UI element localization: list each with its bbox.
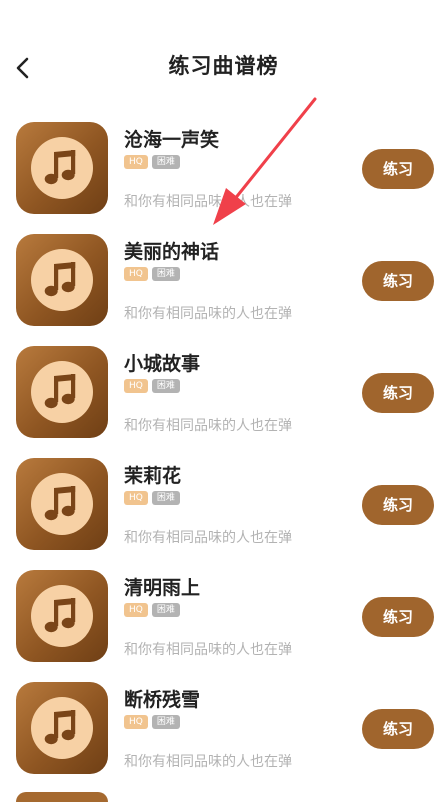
music-disc — [31, 137, 93, 199]
song-title: 茉莉花 — [124, 465, 182, 487]
song-title: 沧海一声笑 — [124, 129, 220, 151]
song-tags: HQ 困难 — [124, 715, 184, 729]
difficulty-badge: 困难 — [151, 603, 180, 617]
music-note-icon — [44, 710, 76, 745]
music-disc — [31, 249, 93, 311]
song-cover[interactable] — [16, 234, 108, 326]
song-subtitle: 和你有相同品味的人也在弹 — [124, 642, 292, 658]
practice-button[interactable]: 练习 — [362, 485, 434, 525]
song-tags: HQ 困难 — [124, 155, 184, 169]
hq-badge: HQ — [124, 603, 148, 617]
song-cover[interactable] — [16, 458, 108, 550]
song-row[interactable]: 小城故事 HQ 困难 和你有相同品味的人也在弹 练习 — [0, 346, 447, 458]
music-note-icon — [44, 262, 76, 297]
practice-button[interactable]: 练习 — [362, 709, 434, 749]
song-tags: HQ 困难 — [124, 603, 184, 617]
song-tags: HQ 困难 — [124, 379, 184, 393]
song-cover-partial[interactable] — [16, 792, 108, 802]
difficulty-badge: 困难 — [151, 155, 180, 169]
song-subtitle: 和你有相同品味的人也在弹 — [124, 754, 292, 770]
song-subtitle: 和你有相同品味的人也在弹 — [124, 194, 292, 210]
music-note-icon — [44, 598, 76, 633]
song-row[interactable]: 茉莉花 HQ 困难 和你有相同品味的人也在弹 练习 — [0, 458, 447, 570]
music-note-icon — [44, 150, 76, 185]
song-row[interactable]: 沧海一声笑 HQ 困难 和你有相同品味的人也在弹 练习 — [0, 122, 447, 234]
difficulty-badge: 困难 — [151, 715, 180, 729]
song-subtitle: 和你有相同品味的人也在弹 — [124, 418, 292, 434]
song-cover[interactable] — [16, 570, 108, 662]
hq-badge: HQ — [124, 715, 148, 729]
song-title: 断桥残雪 — [124, 689, 201, 711]
song-subtitle: 和你有相同品味的人也在弹 — [124, 530, 292, 546]
song-title: 美丽的神话 — [124, 241, 220, 263]
music-note-icon — [44, 374, 76, 409]
song-row[interactable]: 美丽的神话 HQ 困难 和你有相同品味的人也在弹 练习 — [0, 234, 447, 346]
difficulty-badge: 困难 — [151, 379, 180, 393]
song-cover[interactable] — [16, 682, 108, 774]
header-bar: 练习曲谱榜 — [0, 0, 447, 134]
hq-badge: HQ — [124, 491, 148, 505]
hq-badge: HQ — [124, 155, 148, 169]
music-disc — [31, 697, 93, 759]
hq-badge: HQ — [124, 379, 148, 393]
song-cover[interactable] — [16, 122, 108, 214]
song-cover[interactable] — [16, 346, 108, 438]
song-row[interactable]: 清明雨上 HQ 困难 和你有相同品味的人也在弹 练习 — [0, 570, 447, 682]
music-note-icon — [44, 486, 76, 521]
song-title: 小城故事 — [124, 353, 201, 375]
difficulty-badge: 困难 — [151, 267, 180, 281]
song-title: 清明雨上 — [124, 577, 201, 599]
music-disc — [31, 361, 93, 423]
practice-button[interactable]: 练习 — [362, 149, 434, 189]
music-disc — [31, 585, 93, 647]
hq-badge: HQ — [124, 267, 148, 281]
practice-button[interactable]: 练习 — [362, 261, 434, 301]
practice-button[interactable]: 练习 — [362, 373, 434, 413]
difficulty-badge: 困难 — [151, 491, 180, 505]
page-title: 练习曲谱榜 — [168, 54, 279, 78]
music-disc — [31, 473, 93, 535]
practice-button[interactable]: 练习 — [362, 597, 434, 637]
song-subtitle: 和你有相同品味的人也在弹 — [124, 306, 292, 322]
song-tags: HQ 困难 — [124, 491, 184, 505]
song-tags: HQ 困难 — [124, 267, 184, 281]
song-row[interactable]: 断桥残雪 HQ 困难 和你有相同品味的人也在弹 练习 — [0, 682, 447, 794]
